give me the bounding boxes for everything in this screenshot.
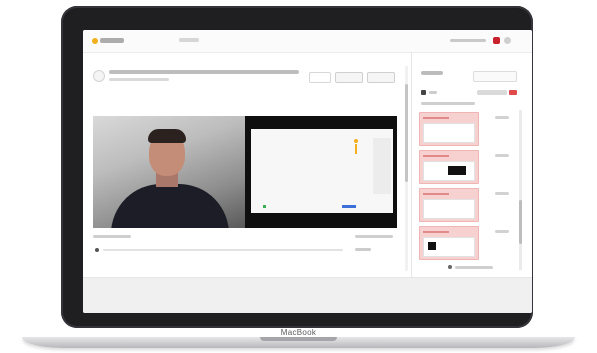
slide-time xyxy=(495,192,509,195)
slide-card[interactable] xyxy=(419,112,479,146)
slide-time xyxy=(495,116,509,119)
slide-card[interactable] xyxy=(419,150,479,184)
slide-card-title xyxy=(423,117,449,119)
video-channel-icon xyxy=(93,70,105,82)
sidebar-tool-icon[interactable] xyxy=(421,90,426,95)
video-subtitle xyxy=(109,78,169,81)
main-scrollbar-thumb[interactable] xyxy=(405,84,408,182)
video-meta-right[interactable] xyxy=(355,235,393,238)
transcript-timestamp xyxy=(355,248,371,251)
sidebar-toolbar-group[interactable] xyxy=(477,90,507,95)
sidebar-tool-label[interactable] xyxy=(429,91,437,94)
slide-card-title xyxy=(423,231,449,233)
video-title xyxy=(109,70,299,74)
slide-thumbnail xyxy=(423,161,475,181)
sidebar-heading xyxy=(421,102,475,105)
webcam-video-pane[interactable] xyxy=(93,116,245,228)
slide-thumbnail-image xyxy=(428,242,436,250)
slide-time xyxy=(495,230,509,233)
sidebar-scrollbar-thumb[interactable] xyxy=(519,200,522,244)
video-action-button[interactable] xyxy=(335,72,363,83)
screen-share-video-pane[interactable] xyxy=(245,116,397,228)
top-bar-account-text[interactable] xyxy=(450,39,486,42)
shared-screen-sidebar xyxy=(373,138,391,194)
sidebar-link-button[interactable] xyxy=(473,71,517,82)
slide-card-title xyxy=(423,193,449,195)
video-meta-left xyxy=(93,235,131,238)
shared-screen-blue-button xyxy=(342,205,356,208)
map-pin-icon xyxy=(354,139,358,143)
laptop-screen xyxy=(83,30,532,313)
presenter-body xyxy=(111,184,229,228)
video-action-button[interactable] xyxy=(367,72,395,83)
sidebar-record-icon[interactable] xyxy=(509,90,517,95)
bezel-brand-label: MacBook xyxy=(280,328,317,337)
sidebar-divider xyxy=(411,52,412,277)
load-more-icon[interactable] xyxy=(448,265,452,269)
play-icon[interactable] xyxy=(95,248,99,252)
presenter-hair xyxy=(148,129,186,143)
slide-thumbnail xyxy=(423,123,475,143)
slide-time xyxy=(495,154,509,157)
shared-screen-page xyxy=(251,129,393,213)
top-nav-item[interactable] xyxy=(179,38,199,42)
slide-card[interactable] xyxy=(419,188,479,222)
avatar[interactable] xyxy=(504,37,511,44)
transcript-text xyxy=(103,249,343,251)
map-pin-stem xyxy=(355,144,357,154)
slide-card-title xyxy=(423,155,449,157)
app-logo-icon[interactable] xyxy=(92,38,98,44)
language-flag-icon[interactable] xyxy=(493,37,500,44)
slide-thumbnail xyxy=(423,237,475,257)
page-footer xyxy=(83,277,532,313)
slide-thumbnail-image xyxy=(448,166,466,175)
shared-screen-green-dot xyxy=(263,205,266,208)
sidebar-scrollbar[interactable] xyxy=(519,110,522,270)
video-action-button[interactable] xyxy=(309,72,331,83)
sidebar-tab[interactable] xyxy=(421,71,443,75)
app-logo-wordmark[interactable] xyxy=(100,38,124,43)
slide-card[interactable] xyxy=(419,226,479,260)
slide-thumbnail xyxy=(423,199,475,219)
load-more-label[interactable] xyxy=(455,266,493,269)
